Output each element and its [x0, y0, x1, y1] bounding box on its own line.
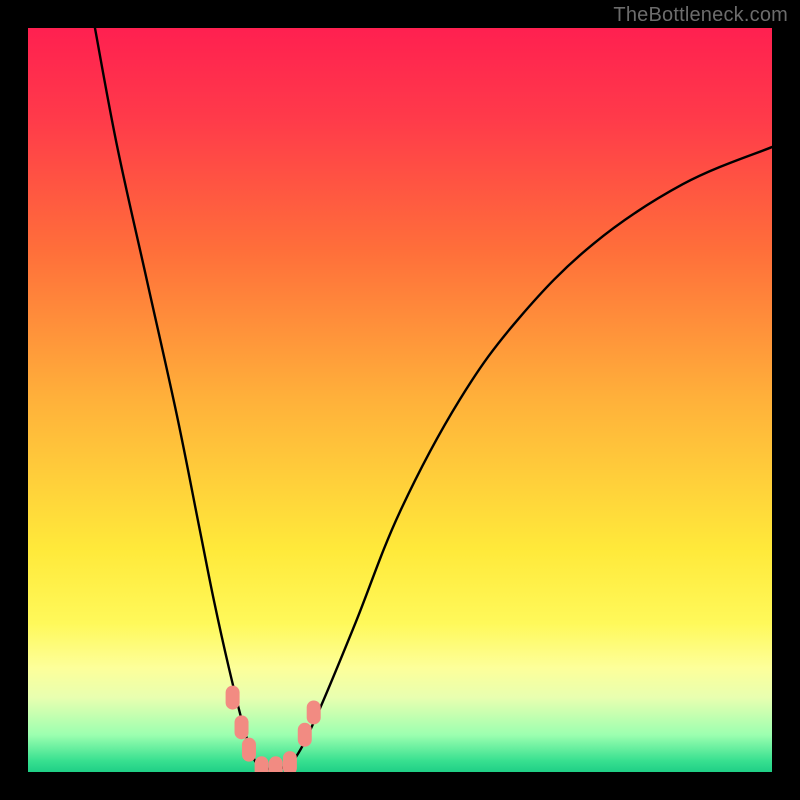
plot-area	[28, 28, 772, 772]
highlight-marker	[298, 723, 312, 747]
gradient-background	[28, 28, 772, 772]
highlight-marker	[269, 756, 283, 772]
watermark-text: TheBottleneck.com	[613, 4, 788, 27]
highlight-marker	[242, 738, 256, 762]
highlight-marker	[235, 715, 249, 739]
chart-frame: TheBottleneck.com	[0, 0, 800, 800]
highlight-marker	[283, 751, 297, 772]
highlight-marker	[255, 756, 269, 772]
highlight-marker	[226, 686, 240, 710]
highlight-marker	[307, 700, 321, 724]
bottleneck-chart	[28, 28, 772, 772]
